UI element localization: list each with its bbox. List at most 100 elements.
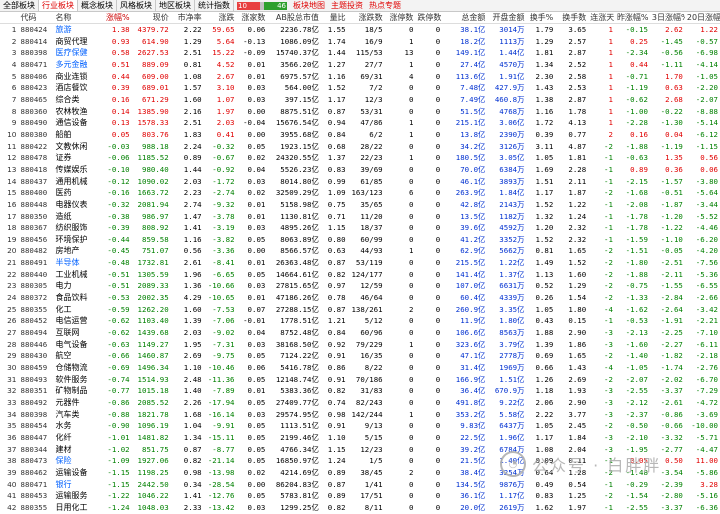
- column-header[interactable]: 名称: [53, 12, 101, 24]
- table-cell: -8.77: [212, 444, 235, 454]
- table-row[interactable]: 36 880447 化纤 -1.01 1481.82 1.34 -15.11 0.05 2199…: [0, 432, 720, 444]
- table-cell: 1927.06: [137, 456, 169, 466]
- tab-stat-index[interactable]: 统计指数: [195, 0, 234, 11]
- table-cell: -2: [604, 293, 613, 303]
- table-cell: 2.03: [216, 118, 235, 128]
- table-row[interactable]: 4 880471 多元金融 0.51 889.09 0.81 4.52 0.01 3566.20…: [0, 59, 720, 71]
- column-header[interactable]: 连涨天: [588, 12, 615, 24]
- table-row[interactable]: 2 880414 商贸代理 0.93 614.90 1.29 5.64 -0.13 1086.0…: [0, 36, 720, 48]
- table-cell: 0.03: [247, 176, 266, 186]
- table-cell: -10.65: [207, 293, 235, 303]
- table-cell: -0.56: [660, 48, 683, 58]
- table-row[interactable]: 29 880430 航空 -0.66 1460.87 2.69 -9.75 0.05 7124.…: [0, 350, 720, 362]
- column-header[interactable]: 3日涨幅%: [649, 12, 685, 24]
- tab-region-boards[interactable]: 地区板块: [156, 0, 195, 11]
- table-cell: 银行: [55, 479, 72, 489]
- table-row[interactable]: 26 880452 电信运营 -0.62 1103.40 1.39 -7.06 -0.01 17…: [0, 315, 720, 327]
- table-row[interactable]: 22 880440 工业机械 -0.51 1305.59 1.96 -6.65 0.05 146…: [0, 269, 720, 281]
- table-cell: 1.44: [327, 48, 346, 58]
- table-row[interactable]: 17 880350 造纸 -0.38 986.97 1.47 -3.78 0.01 1130.8…: [0, 211, 720, 223]
- table-row[interactable]: 15 880400 医药 -0.16 1663.72 2.23 -2.74 0.02 32509…: [0, 187, 720, 199]
- table-row[interactable]: 6 880423 酒店餐饮 0.39 689.01 1.57 3.10 0.03 564.00亿…: [0, 82, 720, 94]
- table-cell: 1.24: [568, 211, 587, 221]
- link-hot-topics[interactable]: 热点专题: [366, 0, 404, 11]
- table-row[interactable]: 35 880454 水务 -0.90 1096.19 1.04 -9.91 0.05 1113.…: [0, 420, 720, 432]
- table-row[interactable]: 31 880493 软件服务 -0.74 1514.93 2.48 -11.36 0.05 12…: [0, 374, 720, 386]
- table-row[interactable]: 41 880453 运输服务 -1.22 1046.22 1.41 -12.76 0.05 57…: [0, 490, 720, 502]
- table-row[interactable]: 1 880424 旅游 1.38 4379.72 2.22 59.65 0.06 2236.78…: [0, 24, 720, 36]
- column-header[interactable]: 总金额: [442, 12, 488, 24]
- tab-concept-boards[interactable]: 概念板块: [78, 0, 117, 11]
- table-row[interactable]: 20 880482 房地产 -0.45 751.07 0.56 -3.36 0.00 8566.…: [0, 245, 720, 257]
- column-header[interactable]: AB股总市值: [267, 12, 321, 24]
- table-cell: 软件服务: [55, 374, 88, 384]
- table-row[interactable]: 18 880367 纺织服饰 -0.39 808.92 1.41 -3.19 0.03 4895…: [0, 222, 720, 234]
- table-cell: -7.56: [695, 258, 718, 268]
- table-cell: 化纤: [55, 432, 72, 442]
- column-header[interactable]: [0, 12, 19, 24]
- table-row[interactable]: 16 880448 电器仪表 -0.32 2081.94 2.74 -9.32 0.01 515…: [0, 199, 720, 211]
- table-row[interactable]: 40 880471 银行 -1.15 2442.50 0.34 -28.54 0.00 8620…: [0, 479, 720, 491]
- table-row[interactable]: 9 880490 通信设备 0.13 1578.33 2.51 2.03 -0.04 15676…: [0, 117, 720, 129]
- column-header[interactable]: 跌停数: [415, 12, 443, 24]
- column-header[interactable]: 20日涨幅%: [684, 12, 720, 24]
- table-row[interactable]: 30 880459 仓储物流 -0.69 1496.34 1.10 -10.46 0.06 54…: [0, 362, 720, 374]
- column-header[interactable]: 换手%: [526, 12, 556, 24]
- column-header[interactable]: 代码: [18, 12, 54, 24]
- table-row[interactable]: 8 880360 农林牧渔 0.14 1385.90 2.16 1.97 0.00 8875.5…: [0, 106, 720, 118]
- table-cell: 1.84亿: [499, 188, 525, 198]
- table-cell: 1732.81: [137, 258, 169, 268]
- table-cell: 2.51: [183, 48, 202, 58]
- table-row[interactable]: 14 880437 通用机械 -0.12 1090.02 2.03 -1.72 0.03 801…: [0, 176, 720, 188]
- tab-industry-boards[interactable]: 行业板块: [39, 0, 78, 11]
- table-row[interactable]: 10 880380 船舶 0.05 803.76 1.83 0.41 0.00 3955.68亿…: [0, 129, 720, 141]
- table-row[interactable]: 23 880305 电力 -0.51 2089.33 1.36 -10.66 0.03 2781…: [0, 280, 720, 292]
- table-row[interactable]: 13 880418 传媒娱乐 -0.10 980.40 1.44 -0.92 0.04 5526…: [0, 164, 720, 176]
- table-cell: 4379.72: [137, 25, 169, 34]
- table-row[interactable]: 27 880494 互联网 -0.62 1439.68 2.03 -9.02 0.04 8752…: [0, 327, 720, 339]
- tab-style-boards[interactable]: 风格板块: [117, 0, 156, 11]
- table-cell: 0.71: [327, 211, 346, 221]
- table-cell: 0.87: [327, 106, 346, 116]
- column-header[interactable]: 涨幅%: [100, 12, 132, 24]
- column-header[interactable]: 涨跌数: [347, 12, 385, 24]
- table-row[interactable]: 42 880355 日用化工 -1.24 1048.03 2.33 -13.42 0.03 12…: [0, 502, 720, 514]
- table-row[interactable]: 19 880456 环境保护 -0.44 859.58 1.16 -3.82 0.05 8063…: [0, 234, 720, 246]
- column-header[interactable]: 开盘金额: [487, 12, 527, 24]
- table-row[interactable]: 34 880398 汽车类 -0.88 1821.78 1.68 -16.14 0.03 295…: [0, 409, 720, 421]
- table-row[interactable]: 5 880406 商业连锁 0.44 609.00 1.08 2.67 0.01 6975.57…: [0, 71, 720, 83]
- table-row[interactable]: 3 880398 医疗保健 0.58 2627.53 2.51 15.22 -0.09 1574…: [0, 47, 720, 59]
- table-row[interactable]: 25 880355 化工 -0.59 1262.20 1.60 -7.53 0.07 27288…: [0, 304, 720, 316]
- column-header[interactable]: 市净率: [170, 12, 204, 24]
- table-cell: 1.44: [183, 164, 202, 174]
- table-row[interactable]: 24 880372 食品饮料 -0.53 2002.35 4.29 -10.65 0.01 47…: [0, 292, 720, 304]
- watermark-text: 公众号 · 白胖胖: [532, 456, 662, 475]
- table-cell: 1.65: [568, 351, 587, 361]
- link-board-map[interactable]: 板块地图: [290, 0, 328, 11]
- table-row[interactable]: 33 880492 元器件 -0.86 2085.52 2.26 -17.94 0.05 274…: [0, 397, 720, 409]
- table-cell: 0.87: [327, 479, 346, 489]
- column-header[interactable]: 涨家数: [236, 12, 268, 24]
- table-row[interactable]: 21 880491 半导体 -0.48 1732.81 2.61 -8.41 0.01 2636…: [0, 257, 720, 269]
- column-header[interactable]: 昨涨幅%: [614, 12, 650, 24]
- table-cell: -2.80: [660, 491, 683, 501]
- table-cell: -9.75: [212, 351, 235, 361]
- table-row[interactable]: 12 880478 证券 -0.06 1185.52 0.89 -0.67 0.02 24320…: [0, 152, 720, 164]
- column-header[interactable]: 涨跌: [203, 12, 237, 24]
- column-header[interactable]: 量比: [320, 12, 348, 24]
- table-cell: 670.9万: [494, 386, 525, 396]
- table-row[interactable]: 32 880351 矿物制品 -0.77 1015.18 1.40 -7.89 0.01 538…: [0, 385, 720, 397]
- link-theme-invest[interactable]: 主题投资: [328, 0, 366, 11]
- table-row[interactable]: 28 880446 电气设备 -0.63 1149.27 1.95 -7.31 0.03 381…: [0, 339, 720, 351]
- column-header[interactable]: 现价: [131, 12, 171, 24]
- tab-all-boards[interactable]: 全部板块: [0, 0, 39, 11]
- table-cell: 1086.09亿: [280, 36, 319, 46]
- table-row[interactable]: 11 880422 文教休闲 -0.03 988.18 2.24 -0.32 0.05 1923…: [0, 141, 720, 153]
- table-cell: 47/86: [360, 118, 383, 128]
- table-cell: -0.71: [625, 71, 648, 81]
- table-row[interactable]: 7 880465 综合类 0.16 671.29 1.60 1.07 0.03 397.15亿 1…: [0, 94, 720, 106]
- table-cell: -2: [604, 421, 613, 431]
- column-header[interactable]: 涨停数: [384, 12, 416, 24]
- table-cell: 0.25: [630, 36, 648, 46]
- column-header[interactable]: 换手数: [555, 12, 589, 24]
